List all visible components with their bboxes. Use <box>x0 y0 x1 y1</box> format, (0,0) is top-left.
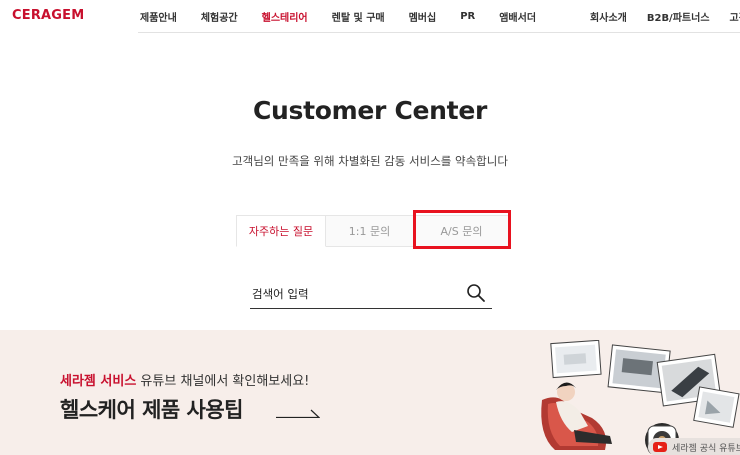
page-subtitle: 고객님의 만족을 위해 차별화된 감동 서비스를 약속합니다 <box>232 154 508 168</box>
header-divider <box>138 32 740 33</box>
youtube-label: 세라젬 공식 유튜브 <box>672 443 740 454</box>
banner-text-rest: 유튜브 채널에서 확인해보세요! <box>136 374 310 389</box>
youtube-icon <box>653 442 667 452</box>
arrow-right-icon[interactable] <box>276 408 320 418</box>
tab-faq[interactable]: 자주하는 질문 <box>236 215 326 247</box>
ceragem-logo[interactable]: CERAGEM <box>12 8 84 23</box>
page-title: Customer Center <box>252 96 488 125</box>
tab-one-to-one[interactable]: 1:1 문의 <box>326 215 414 247</box>
nav-item-healthterior[interactable]: 헬스테리어 <box>262 9 308 24</box>
banner-highlight: 세라젬 서비스 <box>60 374 137 389</box>
site-header: CERAGEM 제품안내 체험공간 헬스테리어 렌탈 및 구매 멤버십 PR 앰… <box>0 0 740 32</box>
nav-item-ambassador[interactable]: 앰배서더 <box>499 9 536 24</box>
nav-item-experience[interactable]: 체험공간 <box>201 9 238 24</box>
search-icon[interactable] <box>466 283 486 303</box>
nav-item-b2b[interactable]: B2B/파트너스 <box>647 9 710 24</box>
banner-headline: 헬스케어 제품 사용팁 <box>60 398 244 422</box>
nav-item-membership[interactable]: 멤버십 <box>409 9 437 24</box>
faq-search <box>250 280 492 309</box>
nav-item-pr[interactable]: PR <box>460 11 475 22</box>
tab-as-inquiry[interactable]: A/S 문의 <box>414 215 510 247</box>
search-input[interactable] <box>252 284 452 304</box>
banner-text: 세라젬 서비스 유튜브 채널에서 확인해보세요! <box>60 370 309 389</box>
nav-item-products[interactable]: 제품안내 <box>140 9 177 24</box>
main-nav: 제품안내 체험공간 헬스테리어 렌탈 및 구매 멤버십 PR 앰배서더 회사소개… <box>128 0 740 32</box>
nav-item-customer-center[interactable]: 고객센터 <box>730 9 740 24</box>
youtube-chip[interactable]: 세라젬 공식 유튜브 <box>648 438 740 455</box>
support-tabs: 자주하는 질문 1:1 문의 A/S 문의 <box>236 215 510 247</box>
youtube-banner[interactable]: 세라젬 서비스 유튜브 채널에서 확인해보세요! 헬스케어 제품 사용팁 세라젬… <box>0 330 740 455</box>
nav-item-rental[interactable]: 렌탈 및 구매 <box>332 9 385 24</box>
nav-item-company[interactable]: 회사소개 <box>590 9 627 24</box>
